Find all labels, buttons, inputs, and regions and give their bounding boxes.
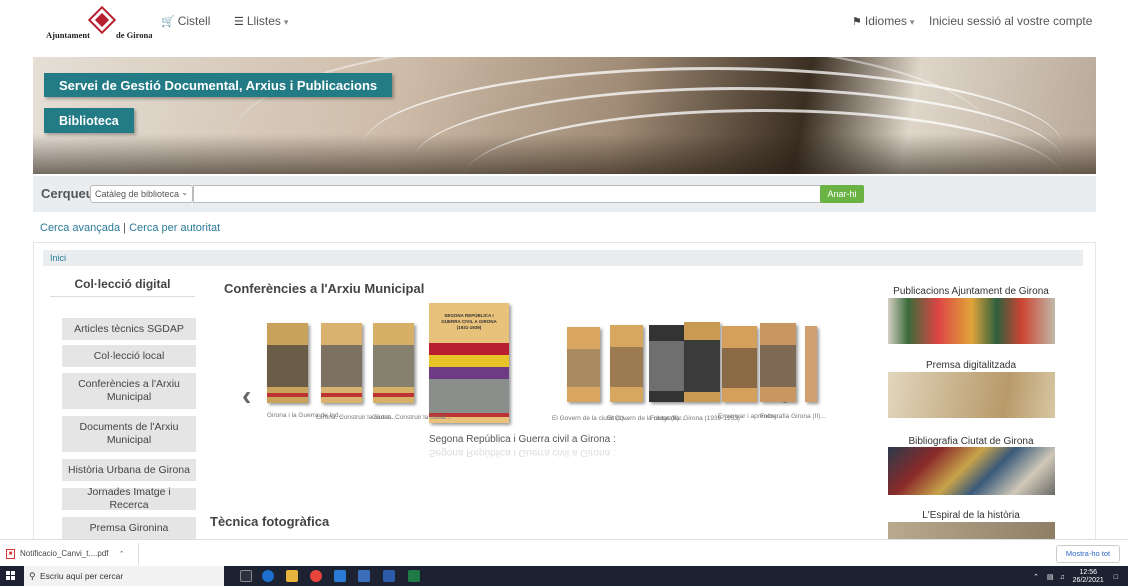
windows-taskbar: ⚲ Escriu aquí per cercar ⌃ ▤ ♫ 12:56 26/… — [0, 566, 1128, 586]
right-panel-title[interactable]: Bibliografia Ciutat de Girona — [884, 436, 1058, 447]
carousel-prev-icon[interactable]: ‹ — [242, 380, 251, 412]
site-logo[interactable]: Ajuntament de Girona — [46, 5, 156, 42]
search-links: Cerca avançada | Cerca per autoritat — [40, 222, 220, 234]
right-panel-title[interactable]: L'Espiral de la història — [884, 510, 1058, 521]
catalog-select[interactable]: Catàleg de biblioteca ⌄ — [90, 185, 193, 203]
chevron-down-icon: ▾ — [283, 17, 289, 27]
sidebar-item-articles[interactable]: Articles tècnics SGDAP — [62, 318, 196, 340]
volume-icon[interactable]: ♫ — [1059, 574, 1064, 581]
right-panel-title[interactable]: Publicacions Ajuntament de Girona — [884, 286, 1058, 297]
sidebar-item-urban-history[interactable]: Història Urbana de Girona — [62, 459, 196, 481]
search-label: Cerqueu — [41, 186, 94, 201]
search-go-button[interactable]: Anar-hi — [820, 185, 864, 203]
notifications-icon[interactable]: □ — [1114, 574, 1118, 581]
search-input[interactable] — [193, 185, 851, 203]
search-icon: ⚲ — [29, 571, 36, 581]
taskbar-search-placeholder: Escriu aquí per cercar — [40, 571, 124, 581]
digitized-press-image[interactable] — [888, 372, 1055, 418]
link-separator: | — [123, 222, 127, 234]
book-cover[interactable] — [805, 326, 817, 402]
featured-caption-reflection: Segona República i Guerra civil a Girona… — [429, 447, 616, 458]
edge-icon[interactable] — [262, 570, 274, 582]
network-icon[interactable]: ▤ — [1047, 574, 1054, 581]
sidebar-title: Col·lecció digital — [74, 277, 171, 291]
cart-label: Cistell — [177, 14, 211, 28]
logo-text-left: Ajuntament — [46, 30, 90, 40]
sidebar-item-press[interactable]: Premsa Gironina — [62, 517, 196, 539]
sidebar-item-local-collection[interactable]: Col·lecció local — [62, 345, 196, 367]
system-tray: ⌃ ▤ ♫ 12:56 26/2/2021 □ — [1033, 569, 1118, 585]
lists-dropdown[interactable]: ☰ Llistes ▾ — [234, 14, 288, 28]
download-item[interactable]: ■ Notificacio_Canvi_t....pdf ⌃ — [6, 545, 125, 563]
banner-title: Servei de Gestió Documental, Arxius i Pu… — [44, 73, 393, 97]
top-navbar: Ajuntament de Girona 🛒 Cistell ☰ Llistes ▾ … — [0, 0, 1128, 46]
featured-book-caption[interactable]: Segona República i Guerra civil a Girona… — [429, 434, 616, 445]
excel-icon[interactable] — [408, 570, 420, 582]
section-title-conferences: Conferències a l'Arxiu Municipal — [224, 281, 425, 296]
book-cover[interactable] — [760, 323, 796, 402]
breadcrumb: Inici — [43, 250, 1083, 266]
book-cover[interactable] — [684, 322, 720, 402]
book-cover[interactable] — [321, 323, 362, 403]
book-cover[interactable] — [649, 325, 684, 402]
outlook-icon[interactable] — [334, 570, 346, 582]
login-link[interactable]: Inicieu sessió al vostre compte — [929, 14, 1092, 28]
advanced-search-link[interactable]: Cerca avançada — [40, 222, 120, 234]
spiral-history-image[interactable] — [888, 522, 1055, 539]
featured-cover-text: SEGONA REPÚBLICA I GUERRA CIVIL A GIRONA… — [441, 313, 497, 330]
book-caption: Girona. Construir la ciutat... — [372, 414, 452, 421]
languages-label: Idiomes — [864, 14, 907, 28]
sidebar-item-documents[interactable]: Documents de l'Arxiu Municipal — [62, 416, 196, 452]
search-bar: Cerqueu Catàleg de biblioteca ⌄ Anar-hi — [33, 176, 1096, 212]
taskbar-search[interactable]: ⚲ Escriu aquí per cercar — [24, 566, 224, 586]
file-explorer-icon[interactable] — [286, 570, 298, 582]
chevron-down-icon: ⌄ — [181, 188, 188, 197]
cart-link[interactable]: 🛒 Cistell — [161, 14, 210, 28]
list-icon: ☰ — [234, 16, 244, 28]
clock[interactable]: 12:56 26/2/2021 — [1073, 569, 1104, 585]
right-panel-title[interactable]: Premsa digitalitzada — [884, 360, 1058, 371]
show-all-button[interactable]: Mostra-ho tot — [1056, 545, 1120, 563]
section-title-photography: Tècnica fotogràfica — [210, 514, 330, 529]
book-cover[interactable] — [722, 326, 757, 402]
pdf-icon: ■ — [6, 548, 15, 559]
clock-time: 12:56 — [1079, 569, 1097, 576]
book-cover[interactable] — [267, 323, 308, 403]
city-emblem-icon — [87, 5, 117, 35]
logo-text-right: de Girona — [116, 30, 153, 40]
book-cover[interactable] — [610, 325, 643, 402]
task-view-icon[interactable] — [240, 570, 252, 582]
flag-icon: ⚑ — [852, 16, 862, 28]
windows-start-icon[interactable] — [6, 571, 16, 581]
publications-image[interactable] — [888, 298, 1055, 344]
book-caption: Fotografia Girona (II)... — [760, 413, 826, 420]
cart-icon: 🛒 — [161, 16, 175, 28]
book-cover[interactable] — [373, 323, 414, 403]
lists-label: Llistes — [246, 14, 281, 28]
chrome-icon[interactable] — [310, 570, 322, 582]
banner-shade — [33, 134, 1096, 174]
download-separator — [138, 543, 139, 565]
catalog-select-value: Catàleg de biblioteca — [95, 189, 180, 199]
sidebar-item-conferences[interactable]: Conferències a l'Arxiu Municipal — [62, 373, 196, 409]
chevron-up-icon[interactable]: ⌃ — [119, 551, 125, 558]
authority-search-link[interactable]: Cerca per autoritat — [129, 222, 220, 234]
sidebar-item-image-research[interactable]: Jornades Imatge i Recerca — [62, 486, 196, 511]
featured-book-cover[interactable]: SEGONA REPÚBLICA I GUERRA CIVIL A GIRONA… — [429, 303, 509, 423]
chevron-down-icon: ▾ — [909, 17, 915, 27]
sidebar-divider — [50, 296, 195, 297]
breadcrumb-home-link[interactable]: Inici — [50, 253, 66, 263]
word-icon[interactable] — [383, 570, 395, 582]
download-bar: ■ Notificacio_Canvi_t....pdf ⌃ Mostra-ho … — [0, 539, 1128, 566]
book-cover[interactable] — [567, 327, 600, 402]
clock-date: 26/2/2021 — [1072, 577, 1104, 584]
chevron-up-icon[interactable]: ⌃ — [1033, 574, 1039, 581]
calculator-icon[interactable] — [358, 570, 370, 582]
languages-dropdown[interactable]: ⚑ Idiomes ▾ — [852, 14, 914, 28]
banner-subtitle: Biblioteca — [44, 108, 134, 133]
bibliography-image[interactable] — [888, 447, 1055, 495]
download-filename: Notificacio_Canvi_t....pdf — [20, 549, 109, 558]
